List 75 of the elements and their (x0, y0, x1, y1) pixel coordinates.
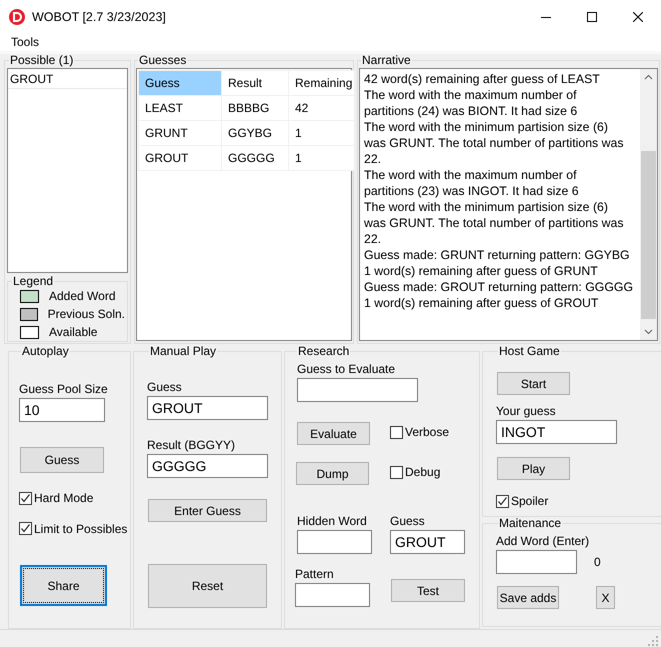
group-title: Host Game (498, 345, 561, 357)
list-item[interactable]: GROUT (8, 69, 127, 89)
your-guess-field[interactable]: INGOT (496, 420, 617, 444)
field-label: Guess (390, 515, 426, 528)
group-title: Research (297, 345, 350, 357)
narrative-line: Guess made: GRUNT returning pattern: GGYBG (364, 247, 631, 263)
legend-label: Available (49, 325, 98, 339)
close-icon (633, 12, 643, 22)
play-button[interactable]: Play (497, 457, 570, 480)
add-word-field[interactable] (496, 550, 577, 574)
window-title: WOBOT [2.7 3/23/2023] (32, 10, 167, 24)
start-button[interactable]: Start (497, 372, 570, 395)
group-title: Narrative (361, 54, 412, 66)
checkbox[interactable]: Spoiler (496, 494, 548, 508)
column-header[interactable]: Guess (139, 71, 221, 95)
enter-guess-button[interactable]: Enter Guess (148, 499, 267, 522)
maximize-icon (587, 12, 597, 22)
field-label: Guess (147, 381, 183, 394)
save-adds-button[interactable]: Save adds (497, 586, 559, 609)
narrative-line: Guess made: GROUT returning pattern: GGGGG (364, 279, 634, 295)
research-guess-field[interactable]: GROUT (390, 530, 465, 554)
evaluate-field[interactable] (297, 378, 418, 402)
field-label: Result (BGGYY) (147, 439, 236, 452)
logo-icon (9, 8, 25, 24)
narrative-line: 1 word(s) remaining after guess of GRUNT (364, 263, 599, 279)
list-box[interactable]: GROUT (7, 68, 128, 273)
narrative-line: The word with the maximum number of (364, 167, 578, 183)
legend-label: Previous Soln. (48, 307, 125, 321)
checkbox[interactable]: Verbose (390, 425, 450, 440)
scroll-bar[interactable] (640, 69, 657, 340)
field-label: Your guess (496, 405, 557, 418)
narrative-line: 1 word(s) remaining after guess of GROUT (364, 295, 600, 311)
share-button[interactable]: Share (20, 565, 107, 606)
narrative-line: 22. (364, 231, 382, 247)
field-label: Guess to Evaluate (297, 363, 396, 376)
guess-button[interactable]: Guess (20, 447, 104, 473)
clear-button[interactable]: X (596, 586, 615, 609)
menu-item[interactable]: Tools (10, 35, 40, 49)
field-label: Add Word (Enter) (496, 535, 590, 548)
field-label: Pattern (295, 568, 335, 581)
narrative-line: partitions (23) was INGOT. It had size 6 (364, 183, 580, 199)
evaluate-button[interactable]: Evaluate (297, 422, 370, 445)
hidden-word-field[interactable] (297, 530, 372, 554)
group-title: Legend (12, 275, 54, 287)
added-count: 0 (594, 555, 601, 569)
dump-button[interactable]: Dump (296, 462, 369, 485)
group-title: Maitenance (498, 517, 562, 529)
resize-grip-icon[interactable] (648, 636, 659, 647)
test-button[interactable]: Test (391, 579, 465, 602)
narrative-line: partitions (24) was BIONT. It had size 6 (364, 103, 578, 119)
narrative-line: The word with the minimum partision size (6) (364, 199, 609, 215)
reset-button[interactable]: Reset (148, 564, 267, 608)
group-title: Possible (1) (9, 54, 74, 66)
result-field[interactable]: GGGGG (147, 454, 268, 478)
group-title: Autoplay (21, 345, 70, 357)
field-label: Hidden Word (297, 515, 368, 528)
checkbox[interactable]: Hard Mode (19, 491, 94, 505)
narrative-line: was GRUNT. The total number of partitions was (364, 215, 624, 231)
pool-size-field[interactable]: 10 (19, 398, 105, 422)
check-icon (497, 496, 508, 506)
narrative-line: 22. (364, 151, 382, 167)
narrative-line: The word with the minimum partision size (6) (364, 119, 609, 135)
legend-label: Added Word (49, 289, 116, 303)
pattern-field[interactable] (295, 583, 370, 607)
checkbox[interactable]: Limit to Possibles (19, 522, 128, 536)
narrative-line: 42 word(s) remaining after guess of LEAST (364, 71, 601, 87)
group-title: Manual Play (149, 345, 218, 357)
narrative-line: was GRUNT. The total number of partitions was (364, 135, 624, 151)
guess-field[interactable]: GROUT (147, 396, 268, 420)
check-icon (20, 492, 31, 504)
group-title: Guesses (138, 54, 188, 66)
narrative-line: The word with the maximum number of (364, 87, 578, 103)
check-icon (20, 523, 31, 534)
checkbox[interactable]: Debug (390, 465, 440, 480)
field-label: Guess Pool Size (19, 383, 109, 396)
